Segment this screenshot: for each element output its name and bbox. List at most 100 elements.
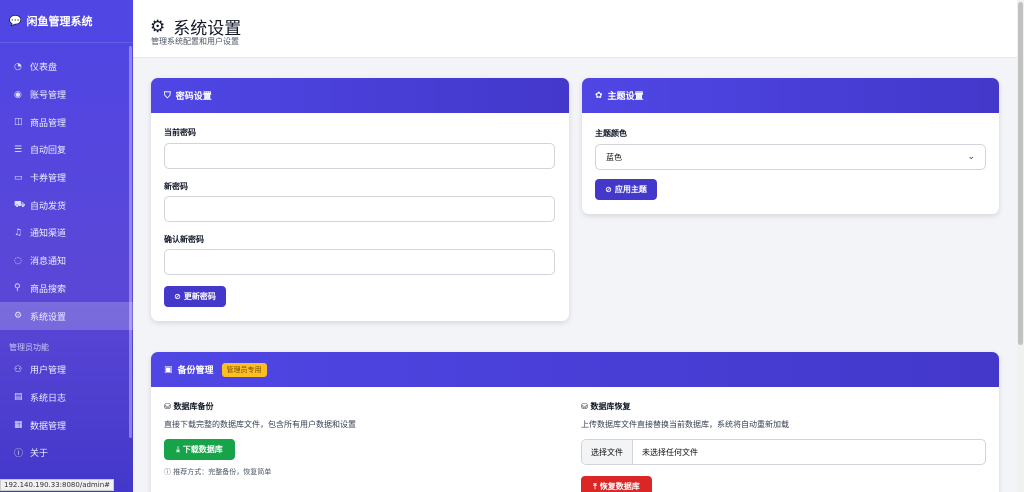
confirm-password-label: 确认新密码 — [164, 235, 204, 244]
info-icon: ⓘ — [164, 468, 174, 476]
sidebar-item-accounts[interactable]: ◉ 账号管理 — [0, 81, 133, 109]
theme-card-header: ✿ 主题设置 — [582, 78, 999, 113]
download-db-label: 下载数据库 — [182, 445, 223, 454]
chevron-down-icon: ⌄ — [967, 152, 975, 162]
users-icon: ⚇ — [14, 364, 23, 375]
search-icon: ⚲ — [14, 283, 21, 294]
page-header: ⚙ 系统设置 管理系统配置和用户设置 — [133, 0, 1017, 58]
sidebar-item-logs[interactable]: ▤ 系统日志 — [0, 384, 133, 412]
sidebar-scrollbar[interactable] — [129, 46, 132, 438]
db-restore-title-text: 数据库恢复 — [590, 402, 631, 411]
check-circle-icon: ⊘ — [605, 185, 612, 194]
database-icon: ⛁ — [164, 402, 174, 411]
reply-icon: ☰ — [14, 144, 23, 155]
truck-icon: ⛟ — [14, 199, 26, 210]
sidebar-item-label: 消息通知 — [30, 257, 67, 268]
no-file-text: 未选择任何文件 — [642, 447, 698, 457]
confirm-password-input[interactable] — [164, 249, 555, 275]
sidebar-nav: ◔ 仪表盘 ◉ 账号管理 ◫ 商品管理 ☰ 自动回复 ▭ 卡券管理 ⛟ 自动发货 ♫ 通知渠道… — [0, 43, 133, 467]
gear-icon: ⚙ — [14, 311, 23, 322]
choose-file-button[interactable]: 选择文件 — [582, 440, 633, 464]
sidebar-item-users[interactable]: ⚇ 用户管理 — [0, 356, 133, 384]
sidebar-item-label: 自动回复 — [30, 146, 67, 157]
sidebar-item-settings[interactable]: ⚙ 系统设置 — [0, 302, 133, 330]
update-password-button[interactable]: ⊘ 更新密码 — [164, 286, 226, 307]
sidebar-item-cards[interactable]: ▭ 卡券管理 — [0, 164, 133, 192]
page-scrollbar[interactable] — [1017, 0, 1024, 492]
new-password-input[interactable] — [164, 196, 555, 222]
sidebar-item-messages[interactable]: ◌ 消息通知 — [0, 247, 133, 275]
sidebar-item-auto-reply[interactable]: ☰ 自动回复 — [0, 136, 133, 164]
theme-card-title: 主题设置 — [607, 92, 644, 102]
user-circle-icon: ◉ — [14, 89, 22, 100]
sidebar-item-label: 商品搜索 — [30, 284, 67, 295]
db-backup-title: ⛁ 数据库备份 — [164, 401, 214, 412]
db-backup-title-text: 数据库备份 — [173, 402, 214, 411]
status-url: 192.140.190.33:8080/admin# — [0, 479, 114, 491]
brand[interactable]: 💬 闲鱼管理系统 — [0, 0, 133, 43]
db-restore-desc: 上传数据库文件直接替换当前数据库，系统将自动重新加载 — [581, 420, 789, 429]
card-icon: ▭ — [14, 172, 23, 183]
admin-section-label: 管理员功能 — [9, 343, 49, 353]
sidebar-item-product-search[interactable]: ⚲ 商品搜索 — [0, 275, 133, 303]
archive-icon: ▣ — [164, 364, 173, 375]
brand-name: 闲鱼管理系统 — [26, 15, 93, 28]
password-card-header: ⛉ 密码设置 — [151, 78, 569, 113]
download-icon: ⤓ — [176, 444, 180, 454]
db-file-input[interactable]: 选择文件 未选择任何文件 — [581, 439, 986, 465]
sidebar-item-label: 通知渠道 — [30, 229, 67, 240]
sidebar-item-label: 系统日志 — [30, 393, 67, 404]
upload-icon: ⤒ — [593, 481, 597, 491]
page-scrollbar-thumb[interactable] — [1018, 2, 1023, 345]
dashboard-icon: ◔ — [14, 61, 22, 72]
message-icon: ◌ — [14, 255, 22, 266]
sidebar-item-notify-channels[interactable]: ♫ 通知渠道 — [0, 219, 133, 247]
db-restore-title: ⛁ 数据库恢复 — [581, 401, 631, 412]
sidebar-item-label: 关于 — [30, 449, 49, 460]
theme-color-select[interactable]: 蓝色 ⌄ — [595, 144, 986, 170]
password-card-title: 密码设置 — [175, 92, 212, 102]
sidebar-item-label: 仪表盘 — [30, 63, 58, 74]
new-password-label: 新密码 — [164, 182, 188, 191]
info-icon: ⓘ — [14, 449, 24, 460]
apply-theme-label: 应用主题 — [614, 185, 647, 194]
current-password-label: 当前密码 — [164, 128, 196, 137]
restore-db-button[interactable]: ⤒ 恢复数据库 — [581, 476, 652, 492]
backup-card: ▣ 备份管理 管理员专用 ⛁ 数据库备份 直接下载完整的数据库文件，包含所有用户… — [151, 352, 999, 492]
sidebar-item-label: 用户管理 — [30, 366, 67, 377]
database-icon: ⛁ — [581, 402, 591, 411]
check-circle-icon: ⊘ — [174, 292, 181, 301]
apply-theme-button[interactable]: ⊘ 应用主题 — [595, 179, 657, 200]
theme-color-value: 蓝色 — [606, 152, 622, 162]
sidebar-item-label: 数据管理 — [30, 421, 67, 432]
backup-card-title: 备份管理 — [177, 366, 214, 376]
sidebar-item-label: 自动发货 — [30, 201, 67, 212]
backup-tip: ⓘ 推荐方式：完整备份，恢复简单 — [164, 467, 271, 477]
sidebar-item-products[interactable]: ◫ 商品管理 — [0, 108, 133, 136]
download-db-button[interactable]: ⤓ 下载数据库 — [164, 439, 235, 460]
sidebar-item-label: 账号管理 — [30, 91, 67, 102]
restore-db-label: 恢复数据库 — [599, 482, 640, 491]
update-password-label: 更新密码 — [183, 292, 216, 301]
theme-card: ✿ 主题设置 主题颜色 蓝色 ⌄ ⊘ 应用主题 — [582, 78, 999, 214]
db-backup-desc: 直接下载完整的数据库文件，包含所有用户数据和设置 — [164, 420, 356, 429]
chat-bubble-icon: 💬 — [9, 15, 22, 27]
sidebar-item-auto-delivery[interactable]: ⛟ 自动发货 — [0, 191, 133, 219]
sidebar-item-about[interactable]: ⓘ 关于 — [0, 439, 133, 467]
box-icon: ◫ — [14, 117, 23, 128]
theme-color-label: 主题颜色 — [595, 129, 627, 138]
file-icon: ▤ — [14, 392, 23, 403]
sidebar-item-data[interactable]: ▦ 数据管理 — [0, 411, 133, 439]
page-subtitle: 管理系统配置和用户设置 — [151, 37, 239, 46]
sidebar-item-label: 商品管理 — [30, 118, 67, 129]
sidebar: 💬 闲鱼管理系统 ◔ 仪表盘 ◉ 账号管理 ◫ 商品管理 ☰ 自动回复 ▭ 卡券管理 ⛟ 自… — [0, 0, 133, 492]
sidebar-item-label: 卡券管理 — [30, 174, 67, 185]
bell-icon: ♫ — [14, 227, 23, 238]
sidebar-item-dashboard[interactable]: ◔ 仪表盘 — [0, 53, 133, 81]
current-password-input[interactable] — [164, 143, 555, 169]
backup-card-header: ▣ 备份管理 管理员专用 — [151, 352, 999, 387]
admin-only-badge: 管理员专用 — [221, 362, 267, 377]
palette-icon: ✿ — [595, 90, 603, 101]
shield-icon: ⛉ — [164, 90, 171, 101]
database-icon: ▦ — [14, 420, 23, 431]
